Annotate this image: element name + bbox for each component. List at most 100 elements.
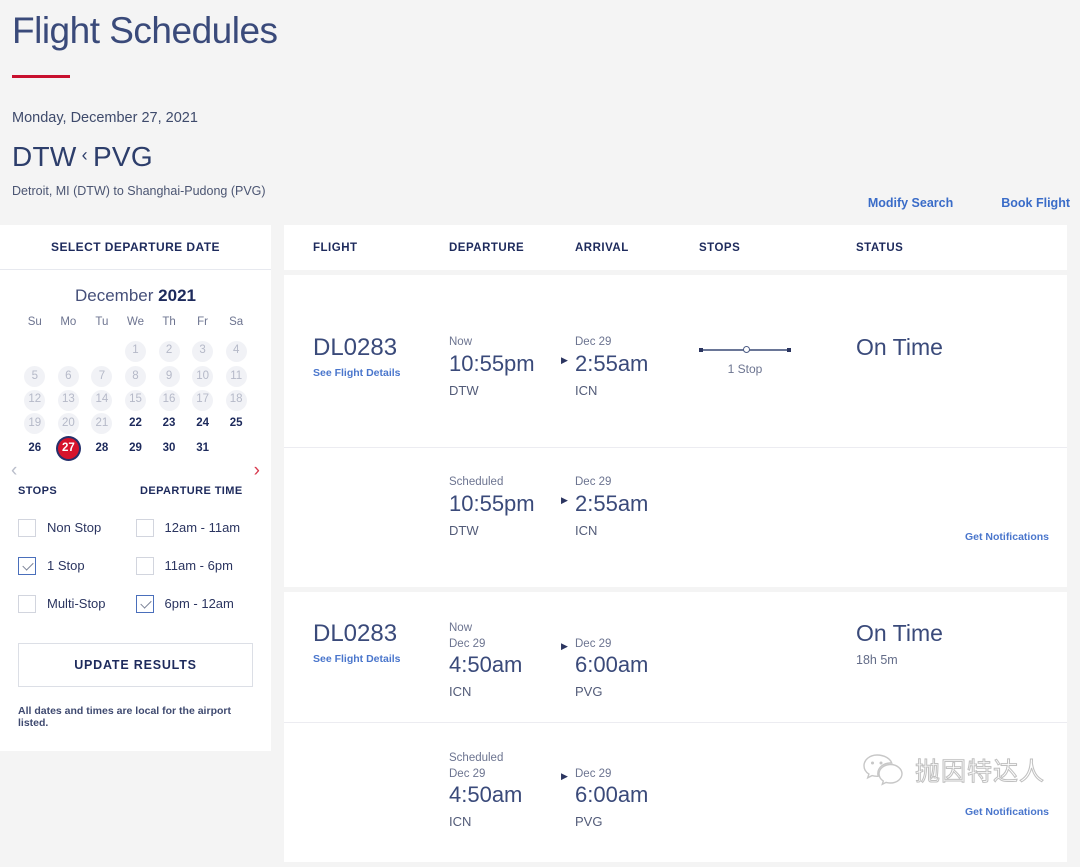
departure-time-filter-label: 6pm - 12am <box>164 596 234 612</box>
checkbox-unchecked-icon[interactable] <box>135 556 154 575</box>
stops-heading: STOPS <box>18 484 58 497</box>
departure-cell: Now 10:55pm DTW <box>449 335 575 398</box>
results-header-card: FLIGHT DEPARTURE ARRIVAL STOPS STATUS <box>284 225 1067 270</box>
checkbox-unchecked-icon[interactable] <box>18 518 36 537</box>
checkbox-unchecked-icon[interactable] <box>135 518 154 537</box>
flight-direction-arrow-icon: ▶ <box>561 355 568 365</box>
calendar-day-18: 18 <box>225 389 247 411</box>
column-header-status: STATUS <box>856 241 904 254</box>
arrival-time: 6:00am <box>575 782 649 808</box>
calendar-year: 2021 <box>158 286 196 305</box>
calendar-day-23[interactable]: 23 <box>159 413 180 434</box>
arrival-airport: PVG <box>575 814 603 830</box>
departure-time-filter-group: 12am - 11am 11am - 6pm 6pm - 12am <box>135 518 254 633</box>
book-flight-link[interactable]: Book Flight <box>1001 196 1070 210</box>
checkbox-checked-icon[interactable] <box>18 556 36 575</box>
calendar-weekday-th: Th <box>162 316 176 328</box>
page-title: Flight Schedules <box>12 10 278 51</box>
modify-search-link[interactable]: Modify Search <box>868 196 953 210</box>
schedule-date: Monday, December 27, 2021 <box>12 109 198 126</box>
stops-line-icon <box>699 346 791 353</box>
departure-time: 4:50am <box>449 652 523 678</box>
arrival-cell: ▶.Dec 296:00amPVG <box>561 621 699 700</box>
departure-label: Scheduled <box>449 752 504 764</box>
stops-filter-label: Non Stop <box>47 520 102 536</box>
route-destination-code: PVG <box>92 140 153 172</box>
calendar-day-6: 6 <box>57 366 79 388</box>
calendar-cell: 3 <box>186 337 220 365</box>
stops-filter-option[interactable]: 1 Stop <box>18 556 136 575</box>
calendar-day-27[interactable]: 27 <box>57 438 79 460</box>
departure-date: Dec 29 <box>449 767 486 780</box>
update-results-button[interactable]: UPDATE RESULTS <box>18 642 253 687</box>
flight-row: ScheduledDec 294:50amICN▶.Dec 296:00amPV… <box>284 722 1067 862</box>
calendar-cell: 19 <box>18 412 52 435</box>
filter-rows: Non Stop 1 Stop Multi-Stop 12am - 11am 11am… <box>18 518 254 633</box>
calendar-day-31[interactable]: 31 <box>192 438 213 459</box>
calendar-day-30[interactable]: 30 <box>159 438 180 459</box>
page-header: Flight Schedules Monday, December 27, 20… <box>0 0 1080 198</box>
calendar-cell: 31 <box>186 435 220 463</box>
departure-time-filter-option[interactable]: 11am - 6pm <box>135 556 254 575</box>
calendar-day-28[interactable]: 28 <box>91 438 112 459</box>
calendar-cell: 28 <box>85 435 119 463</box>
calendar-cell: 13 <box>52 388 86 411</box>
calendar-day-15: 15 <box>124 389 146 411</box>
calendar-day-24[interactable]: 24 <box>192 413 213 434</box>
stops-filter-option[interactable]: Multi-Stop <box>18 594 136 613</box>
arrival-time: 2:55am <box>575 490 649 516</box>
flight-cell: DL0283 See Flight Details <box>284 620 449 665</box>
departure-label: Now <box>449 336 473 348</box>
calendar-day-25[interactable]: 25 <box>226 413 247 434</box>
calendar-cell: 14 <box>85 388 119 411</box>
calendar-next-icon[interactable]: › <box>254 461 260 480</box>
calendar-cell: 20 <box>52 412 86 435</box>
calendar-day-13: 13 <box>57 389 79 411</box>
calendar-day-11: 11 <box>225 366 247 388</box>
flight-direction-arrow-icon: ▶ <box>561 771 568 781</box>
stop-point-icon <box>743 346 750 353</box>
sidebar: SELECT DEPARTURE DATE December 2021 ‹ › … <box>0 225 271 751</box>
calendar-prev-icon[interactable]: ‹ <box>11 461 17 480</box>
calendar-day-14: 14 <box>91 389 113 411</box>
calendar-day-21: 21 <box>91 412 113 434</box>
get-notifications-link[interactable]: Get Notifications <box>965 806 1049 818</box>
calendar-day-20: 20 <box>57 412 79 434</box>
filters: STOPS DEPARTURE TIME Non Stop 1 Stop Multi… <box>0 463 271 633</box>
calendar-day-9: 9 <box>158 366 180 388</box>
filter-headings: STOPS DEPARTURE TIME <box>18 485 253 497</box>
calendar-cell: 5 <box>18 365 52 388</box>
departure-time: 10:55pm <box>449 490 535 516</box>
status-badge: On Time <box>856 620 943 646</box>
calendar-cell: 17 <box>186 388 220 411</box>
status-duration: 18h 5m <box>856 653 898 668</box>
see-flight-details-link[interactable]: See Flight Details <box>313 653 449 665</box>
column-header-arrival: ARRIVAL <box>575 241 629 254</box>
departure-airport: DTW <box>449 382 479 398</box>
departure-time-filter-option[interactable]: 12am - 11am <box>135 518 254 537</box>
calendar-cell: 23 <box>152 412 186 435</box>
calendar-week-row: 26 27 28 29 30 31 <box>18 435 253 463</box>
calendar-cell: 16 <box>152 388 186 411</box>
results-panel: FLIGHT DEPARTURE ARRIVAL STOPS STATUS DL… <box>284 225 1067 867</box>
title-underline <box>12 74 70 78</box>
checkbox-checked-icon[interactable] <box>135 594 154 613</box>
calendar-day-29[interactable]: 29 <box>125 438 146 459</box>
calendar-day-12: 12 <box>24 389 46 411</box>
stops-cell: 1 Stop <box>699 335 856 376</box>
calendar-day-3: 3 <box>192 340 214 362</box>
stops-filter-label: 1 Stop <box>47 558 85 574</box>
get-notifications-link[interactable]: Get Notifications <box>965 531 1049 543</box>
top-links: Modify Search Book Flight <box>868 196 1070 210</box>
checkbox-unchecked-icon[interactable] <box>18 594 36 613</box>
column-header-flight: FLIGHT <box>313 241 358 254</box>
calendar-day-22[interactable]: 22 <box>125 413 146 434</box>
calendar-day-26[interactable]: 26 <box>24 438 45 459</box>
calendar-cell: 4 <box>219 337 253 365</box>
calendar-cell: 15 <box>119 388 153 411</box>
departure-time-filter-option[interactable]: 6pm - 12am <box>135 594 254 613</box>
stops-filter-option[interactable]: Non Stop <box>18 518 136 537</box>
calendar-day-empty <box>226 436 247 457</box>
sidebar-note: All dates and times are local for the ai… <box>18 704 231 729</box>
see-flight-details-link[interactable]: See Flight Details <box>313 367 449 379</box>
